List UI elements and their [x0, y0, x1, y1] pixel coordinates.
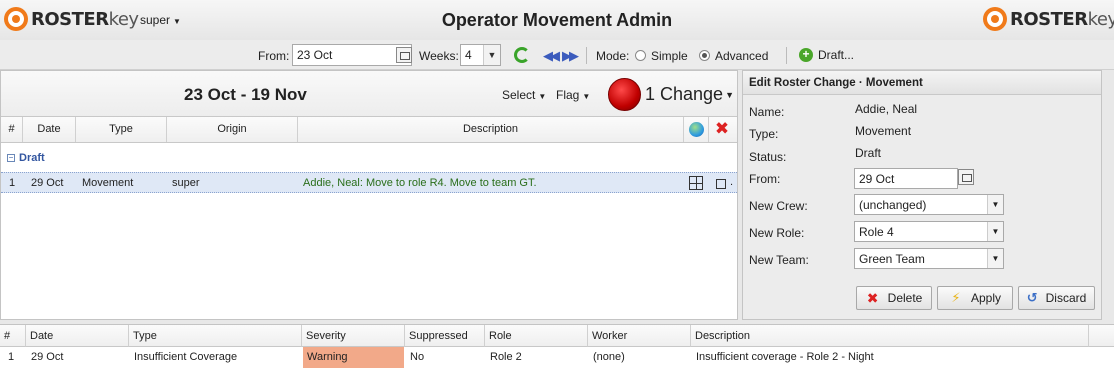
issues-grid: # Date Type Severity Suppressed Role Wor…: [0, 324, 1114, 368]
issue-worker: (none): [593, 351, 625, 363]
from-label: From:: [749, 172, 781, 186]
brand-logo-right: ROSTERkey: [983, 7, 1114, 31]
checkbox-icon[interactable]: [716, 179, 726, 189]
flag-menu[interactable]: Flag ▼: [556, 88, 590, 102]
apply-button[interactable]: ⚡ Apply: [937, 286, 1013, 310]
collapse-icon[interactable]: −: [7, 154, 15, 162]
row-date: 29 Oct: [31, 177, 64, 189]
mode-simple-label[interactable]: Simple: [651, 49, 688, 63]
weeks-label: Weeks:: [419, 49, 459, 63]
from-date-input[interactable]: 23 Oct: [292, 44, 412, 66]
column-header-type[interactable]: Type: [76, 117, 167, 142]
chevron-down-icon: ▼: [987, 249, 1003, 268]
issue-date: 29 Oct: [31, 351, 64, 363]
column-header-description[interactable]: Description: [298, 117, 684, 142]
refresh-icon[interactable]: [514, 47, 530, 63]
mode-advanced-label[interactable]: Advanced: [715, 49, 768, 63]
column-header-type[interactable]: Type: [129, 325, 302, 347]
mode-simple-radio[interactable]: [635, 50, 646, 61]
apply-icon: ⚡: [951, 290, 961, 305]
changes-grid-header: # Date Type Origin Description: [1, 117, 737, 143]
change-count-menu[interactable]: 1 Change ▼: [645, 84, 734, 105]
delete-icon: ✖: [866, 290, 879, 306]
column-header-role[interactable]: Role: [485, 325, 588, 347]
prev-arrow-icon[interactable]: ◀◀: [543, 48, 560, 64]
column-header-num[interactable]: #: [0, 325, 26, 347]
row-type: Movement: [82, 177, 134, 189]
new-team-label: New Team:: [749, 253, 809, 267]
column-header-origin[interactable]: Origin: [167, 117, 298, 142]
column-header-filler: [1089, 325, 1114, 347]
red-orb-icon: [608, 78, 641, 111]
select-menu[interactable]: Select ▼: [502, 88, 546, 102]
brand-name: ROSTERkey: [1010, 8, 1114, 30]
draft-button[interactable]: Draft...: [818, 48, 854, 62]
grid-icon[interactable]: [689, 176, 703, 190]
issue-num: 1: [8, 351, 15, 363]
column-header-date[interactable]: Date: [26, 325, 129, 347]
table-row[interactable]: 1 29 Oct Movement super Addie, Neal: Mov…: [1, 172, 737, 193]
chevron-down-icon: ▼: [483, 45, 500, 65]
from-date-field[interactable]: 29 Oct: [854, 168, 958, 189]
column-header-worker[interactable]: Worker: [588, 325, 691, 347]
roster-logo-icon: [983, 7, 1007, 31]
globe-icon[interactable]: [689, 122, 704, 137]
discard-icon: ↺: [1026, 290, 1038, 305]
delete-button[interactable]: ✖ Delete: [856, 286, 932, 310]
chevron-down-icon: ▼: [582, 92, 591, 101]
name-value: Addie, Neal: [855, 102, 918, 116]
next-arrow-icon[interactable]: ▶▶: [562, 48, 579, 64]
chevron-down-icon: ▼: [538, 92, 547, 101]
app-header: ROSTERkey super ▼ Operator Movement Admin…: [0, 0, 1114, 40]
calendar-icon[interactable]: [396, 47, 412, 63]
new-team-select[interactable]: Green Team ▼: [854, 248, 1004, 269]
calendar-icon[interactable]: [958, 169, 974, 185]
changes-panel-header: 23 Oct - 19 Nov Select ▼ Flag ▼ 1 Change ▼: [1, 71, 737, 117]
group-row-draft[interactable]: − Draft: [1, 143, 737, 169]
toolbar: [0, 40, 1114, 70]
date-range-title: 23 Oct - 19 Nov: [184, 85, 307, 104]
toolbar-divider: [786, 47, 787, 64]
row-description: Addie, Neal: Move to role R4. Move to te…: [303, 177, 537, 189]
changes-panel: 23 Oct - 19 Nov Select ▼ Flag ▼ 1 Change ▼ …: [0, 70, 738, 320]
edit-panel-title: Edit Roster Change · Movement: [743, 71, 1101, 95]
issue-description: Insufficient coverage - Role 2 - Night: [696, 351, 874, 363]
new-crew-select[interactable]: (unchanged) ▼: [854, 194, 1004, 215]
type-value: Movement: [855, 124, 912, 138]
mode-label: Mode:: [596, 49, 630, 63]
new-role-label: New Role:: [749, 226, 805, 240]
name-label: Name:: [749, 105, 785, 119]
group-label: Draft: [19, 152, 45, 164]
page-title: Operator Movement Admin: [441, 10, 673, 30]
row-origin: super: [172, 177, 200, 189]
type-label: Type:: [749, 127, 779, 141]
new-role-select[interactable]: Role 4 ▼: [854, 221, 1004, 242]
new-crew-label: New Crew:: [749, 199, 808, 213]
weeks-value: 4: [465, 48, 472, 62]
chevron-down-icon: ▼: [725, 90, 734, 101]
chevron-down-icon: ▼: [987, 195, 1003, 214]
column-header-severity[interactable]: Severity: [302, 325, 405, 347]
chevron-down-icon: ▼: [987, 222, 1003, 241]
row-num: 1: [9, 177, 16, 189]
plus-icon[interactable]: +: [799, 48, 813, 62]
status-value: Draft: [855, 146, 882, 160]
edit-panel: Edit Roster Change · Movement Name: Addi…: [742, 70, 1102, 320]
issue-role: Role 2: [490, 351, 522, 363]
status-label: Status:: [749, 150, 787, 164]
issue-type: Insufficient Coverage: [134, 351, 238, 363]
column-header-num[interactable]: #: [1, 117, 23, 142]
close-icon[interactable]: ✖: [714, 120, 730, 138]
from-label: From:: [258, 49, 290, 63]
issue-suppressed: No: [410, 351, 425, 363]
weeks-select[interactable]: 4 ▼: [460, 44, 501, 66]
issue-severity: Warning: [303, 347, 404, 368]
toolbar-divider: [586, 47, 587, 64]
column-header-description[interactable]: Description: [691, 325, 1089, 347]
mode-advanced-radio[interactable]: [699, 50, 710, 61]
discard-button[interactable]: ↺ Discard: [1018, 286, 1095, 310]
column-header-suppressed[interactable]: Suppressed: [405, 325, 485, 347]
column-header-date[interactable]: Date: [23, 117, 76, 142]
row-more: .: [730, 176, 734, 188]
